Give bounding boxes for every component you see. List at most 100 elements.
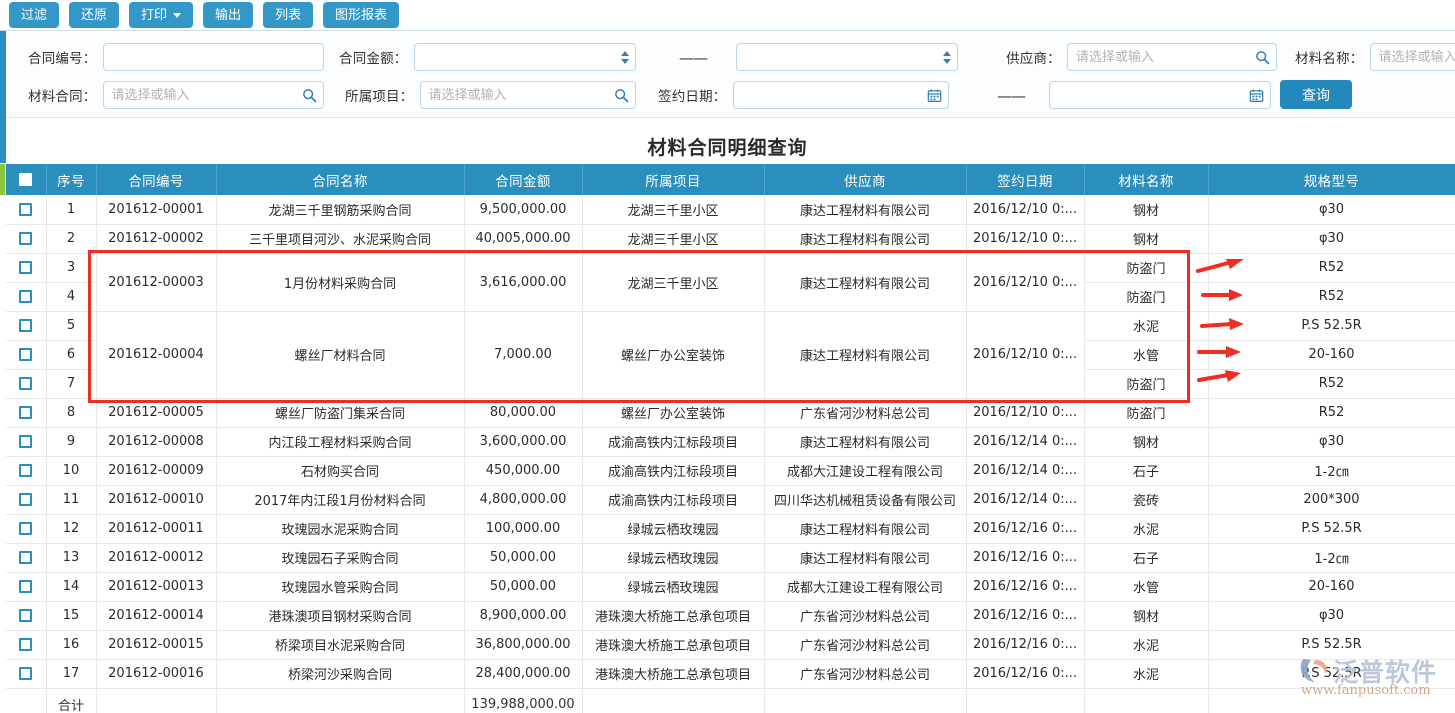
material-name-input-wrap[interactable] xyxy=(1370,43,1455,71)
project-input[interactable] xyxy=(427,82,611,108)
table-row[interactable]: 10201612-00009石材购买合同450,000.00成渝高铁内江标段项目… xyxy=(6,456,1455,485)
row-checkbox[interactable] xyxy=(19,203,32,216)
contract-amount-to-wrap[interactable] xyxy=(736,43,958,71)
row-checkbox-cell[interactable] xyxy=(6,485,46,514)
col-sign-date[interactable]: 签约日期 xyxy=(966,164,1084,195)
row-checkbox-cell[interactable] xyxy=(6,601,46,630)
chart-report-button[interactable]: 图形报表 xyxy=(323,2,399,28)
material-name-input[interactable] xyxy=(1377,44,1455,70)
row-checkbox[interactable] xyxy=(19,493,32,506)
contract-amount-label: 合同金额： xyxy=(339,47,408,67)
search-icon[interactable] xyxy=(614,88,629,103)
contract-amount-from-input[interactable] xyxy=(421,44,618,70)
row-checkbox-cell[interactable] xyxy=(6,427,46,456)
contract-amount-to-input[interactable] xyxy=(743,44,940,70)
col-seq[interactable]: 序号 xyxy=(46,164,96,195)
row-checkbox-cell[interactable] xyxy=(6,514,46,543)
row-checkbox-cell[interactable] xyxy=(6,659,46,688)
search-icon[interactable] xyxy=(1255,50,1270,65)
col-material-name[interactable]: 材料名称 xyxy=(1084,164,1208,195)
sign-date-to-wrap[interactable] xyxy=(1049,81,1271,109)
row-checkbox-cell[interactable] xyxy=(6,195,46,224)
restore-button[interactable]: 还原 xyxy=(69,2,119,28)
table-row[interactable]: 12201612-00011玫瑰园水泥采购合同100,000.00绿城云栖玫瑰园… xyxy=(6,514,1455,543)
material-contract-input-wrap[interactable] xyxy=(103,81,324,109)
table-row[interactable]: 3201612-000031月份材料采购合同3,616,000.00龙湖三千里小… xyxy=(6,253,1455,282)
cell-supplier: 广东省河沙材料总公司 xyxy=(764,659,966,688)
col-contract-amount[interactable]: 合同金额 xyxy=(464,164,582,195)
table-row[interactable]: 14201612-00013玫瑰园水管采购合同50,000.00绿城云栖玫瑰园成… xyxy=(6,572,1455,601)
row-checkbox[interactable] xyxy=(19,435,32,448)
col-contract-no[interactable]: 合同编号 xyxy=(96,164,216,195)
table-row[interactable]: 2201612-00002三千里项目河沙、水泥采购合同40,005,000.00… xyxy=(6,224,1455,253)
material-contract-input[interactable] xyxy=(110,82,299,108)
row-checkbox-cell[interactable] xyxy=(6,311,46,340)
cell-seq: 16 xyxy=(46,630,96,659)
table-row[interactable]: 8201612-00005螺丝厂防盗门集采合同80,000.00螺丝厂办公室装饰… xyxy=(6,398,1455,427)
col-spec-model[interactable]: 规格型号 xyxy=(1208,164,1455,195)
supplier-input-wrap[interactable] xyxy=(1067,43,1277,71)
row-checkbox[interactable] xyxy=(19,232,32,245)
cell-material-name: 水泥 xyxy=(1084,311,1208,340)
table-row[interactable]: 11201612-000102017年内江段1月份材料合同4,800,000.0… xyxy=(6,485,1455,514)
row-checkbox-cell[interactable] xyxy=(6,572,46,601)
row-checkbox-cell[interactable] xyxy=(6,630,46,659)
row-checkbox-cell[interactable] xyxy=(6,543,46,572)
table-row[interactable]: 5201612-00004螺丝厂材料合同7,000.00螺丝厂办公室装饰康达工程… xyxy=(6,311,1455,340)
supplier-input[interactable] xyxy=(1074,44,1252,70)
cell-material-name: 水管 xyxy=(1084,572,1208,601)
row-checkbox-cell[interactable] xyxy=(6,253,46,282)
sign-date-to-input[interactable] xyxy=(1056,82,1246,108)
row-checkbox-cell[interactable] xyxy=(6,282,46,311)
contract-amount-from-wrap[interactable] xyxy=(414,43,636,71)
cell-contract-amount: 3,616,000.00 xyxy=(464,253,582,311)
row-checkbox[interactable] xyxy=(19,464,32,477)
spinner-icon[interactable] xyxy=(943,51,951,64)
table-row[interactable]: 9201612-00008内江段工程材料采购合同3,600,000.00成渝高铁… xyxy=(6,427,1455,456)
query-button[interactable]: 查询 xyxy=(1280,80,1352,109)
table-row[interactable]: 16201612-00015桥梁项目水泥采购合同36,800,000.00港珠澳… xyxy=(6,630,1455,659)
row-checkbox[interactable] xyxy=(19,348,32,361)
row-checkbox[interactable] xyxy=(19,580,32,593)
cell-sign-date: 2016/12/10 0:... xyxy=(966,253,1084,311)
spinner-icon[interactable] xyxy=(621,51,629,64)
table-row[interactable]: 13201612-00012玫瑰园石子采购合同50,000.00绿城云栖玫瑰园康… xyxy=(6,543,1455,572)
row-checkbox-cell[interactable] xyxy=(6,398,46,427)
row-checkbox[interactable] xyxy=(19,261,32,274)
calendar-icon[interactable] xyxy=(1249,88,1264,103)
contract-no-input-wrap[interactable] xyxy=(103,43,324,71)
sign-date-from-wrap[interactable] xyxy=(733,81,949,109)
col-contract-name[interactable]: 合同名称 xyxy=(216,164,464,195)
row-checkbox[interactable] xyxy=(19,522,32,535)
search-icon[interactable] xyxy=(302,88,317,103)
select-all-header[interactable] xyxy=(6,164,46,195)
select-all-checkbox[interactable] xyxy=(19,173,32,186)
col-supplier[interactable]: 供应商 xyxy=(764,164,966,195)
calendar-icon[interactable] xyxy=(927,88,942,103)
list-button[interactable]: 列表 xyxy=(263,2,313,28)
row-checkbox-cell[interactable] xyxy=(6,340,46,369)
project-input-wrap[interactable] xyxy=(420,81,636,109)
col-project[interactable]: 所属项目 xyxy=(582,164,764,195)
row-checkbox-cell[interactable] xyxy=(6,224,46,253)
export-button-label: 输出 xyxy=(215,9,241,22)
filter-button[interactable]: 过滤 xyxy=(9,2,59,28)
table-row[interactable]: 15201612-00014港珠澳项目钢材采购合同8,900,000.00港珠澳… xyxy=(6,601,1455,630)
export-button[interactable]: 输出 xyxy=(203,2,253,28)
row-checkbox[interactable] xyxy=(19,377,32,390)
row-checkbox[interactable] xyxy=(19,551,32,564)
row-checkbox-cell[interactable] xyxy=(6,369,46,398)
row-checkbox[interactable] xyxy=(19,609,32,622)
sign-date-from-input[interactable] xyxy=(740,82,924,108)
row-checkbox[interactable] xyxy=(19,406,32,419)
row-checkbox[interactable] xyxy=(19,638,32,651)
row-checkbox[interactable] xyxy=(19,667,32,680)
row-checkbox[interactable] xyxy=(19,319,32,332)
table-row[interactable]: 17201612-00016桥梁河沙采购合同28,400,000.00港珠澳大桥… xyxy=(6,659,1455,688)
row-checkbox[interactable] xyxy=(19,290,32,303)
table-row[interactable]: 1201612-00001龙湖三千里钢筋采购合同9,500,000.00龙湖三千… xyxy=(6,195,1455,224)
row-checkbox-cell[interactable] xyxy=(6,456,46,485)
contract-no-input[interactable] xyxy=(110,44,317,70)
print-button[interactable]: 打印 xyxy=(129,2,193,28)
chart-report-button-label: 图形报表 xyxy=(335,9,387,22)
